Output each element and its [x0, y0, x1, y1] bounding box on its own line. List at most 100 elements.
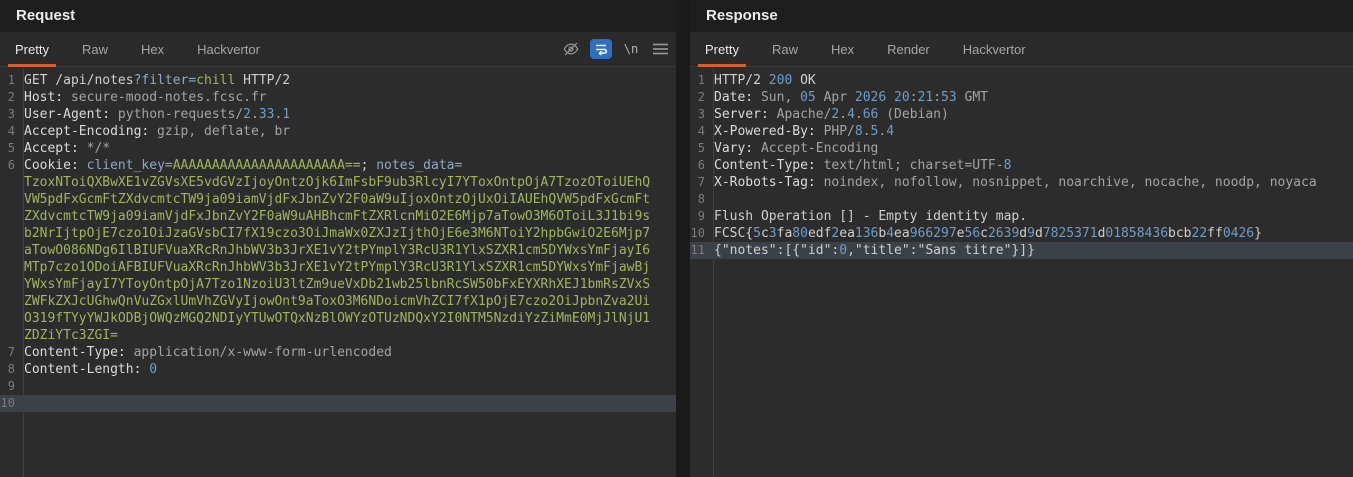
- line-number: 1: [0, 72, 19, 89]
- code-segment: Apr: [816, 90, 855, 105]
- code-segment: 966297: [910, 226, 957, 241]
- line-content: Vary: Accept-Encoding: [709, 140, 1353, 157]
- line-content: User-Agent: python-requests/2.33.1: [19, 106, 676, 123]
- code-segment: e: [957, 226, 965, 241]
- line-content: X-Powered-By: PHP/8.5.4: [709, 123, 1353, 140]
- code-segment: X-Powered-By:: [714, 124, 816, 139]
- request-panel: Request PrettyRawHexHackvertor: [0, 0, 676, 477]
- soft-wrap-toggle-button[interactable]: [590, 39, 612, 59]
- tab-raw[interactable]: Raw: [765, 32, 805, 66]
- code-segment: .: [839, 107, 847, 122]
- line-content: YWxsYmFjayI7YToyOntpOjA7Tzo1NzoiU3ltZm9u…: [19, 276, 676, 293]
- line-number: [0, 174, 19, 191]
- line-content: Host: secure-mood-notes.fcsc.fr: [19, 89, 676, 106]
- code-segment: 0426: [1223, 226, 1254, 241]
- code-segment: VW5pdFxGcmFtZXdvcmtcTW9ja09iamVjdFxJbnZv…: [24, 192, 650, 207]
- line-content: MTp7czo1ODoiAFBIUFVuaXRcRnJhbWV3b3JrXE1v…: [19, 259, 676, 276]
- code-segment: ea: [839, 226, 855, 241]
- code-segment: .: [251, 107, 259, 122]
- line-number: 9: [690, 208, 709, 225]
- editor-line: MTp7czo1ODoiAFBIUFVuaXRcRnJhbWV3b3JrXE1v…: [0, 259, 676, 276]
- line-content: [19, 378, 676, 395]
- line-number: 8: [0, 361, 19, 378]
- line-number: 7: [0, 344, 19, 361]
- line-number: 11: [690, 242, 709, 259]
- tab-pretty[interactable]: Pretty: [8, 32, 56, 66]
- line-number: 2: [0, 89, 19, 106]
- editor-line: 1HTTP/2 200 OK: [690, 72, 1353, 89]
- code-segment: bcb: [1168, 226, 1191, 241]
- line-number: 6: [0, 157, 19, 174]
- line-number: 10: [0, 395, 19, 412]
- line-number: 8: [690, 191, 709, 208]
- line-number: [0, 327, 19, 344]
- line-number: 7: [690, 174, 709, 191]
- code-segment: Content-Length:: [24, 362, 141, 377]
- code-segment: Accept-Encoding:: [24, 124, 149, 139]
- line-content: Cookie: client_key=AAAAAAAAAAAAAAAAAAAAA…: [19, 157, 676, 174]
- code-segment: YWxsYmFjayI7YToyOntpOjA7Tzo1NzoiU3ltZm9u…: [24, 277, 650, 292]
- request-tabbar: Pretty Raw Hex Hackvertor \n: [0, 32, 676, 67]
- line-content: O319fTYyYWJkODBjOWQzMGQ2NDIyYTUwOTQxNzBl…: [19, 310, 676, 327]
- code-segment: gzip, deflate, br: [149, 124, 290, 139]
- editor-line: ZXdvcmtcTW9ja09iamVjdFxJbnZvY2F0aW9uAHBh…: [0, 208, 676, 225]
- code-segment: 7825371: [1043, 226, 1098, 241]
- tab-hackvertor[interactable]: Hackvertor: [956, 32, 1033, 66]
- code-segment: 200: [769, 73, 792, 88]
- code-segment: PHP/: [816, 124, 855, 139]
- tab-hackvertor[interactable]: Hackvertor: [190, 32, 267, 66]
- line-content: X-Robots-Tag: noindex, nofollow, nosnipp…: [709, 174, 1353, 191]
- tab-hex[interactable]: Hex: [134, 32, 171, 66]
- line-number: 2: [690, 89, 709, 106]
- code-segment: ff: [1207, 226, 1223, 241]
- line-number: 9: [0, 378, 19, 395]
- line-number: 10: [690, 225, 709, 242]
- line-content: Date: Sun, 05 Apr 2026 20:21:53 GMT: [709, 89, 1353, 106]
- code-segment: 53: [941, 90, 957, 105]
- code-segment: python-requests/: [110, 107, 243, 122]
- code-segment: 20: [894, 90, 910, 105]
- request-editor[interactable]: 1GET /api/notes?filter=chill HTTP/22Host…: [0, 68, 676, 477]
- code-segment: :: [933, 90, 941, 105]
- tab-render[interactable]: Render: [880, 32, 937, 66]
- editor-line: 4X-Powered-By: PHP/8.5.4: [690, 123, 1353, 140]
- editor-line: 1GET /api/notes?filter=chill HTTP/2: [0, 72, 676, 89]
- line-number: [0, 293, 19, 310]
- code-segment: Accept:: [24, 141, 79, 156]
- code-segment: edf: [808, 226, 831, 241]
- line-content: aTowO086NDg6IlBIUFVuaXRcRnJhbWV3b3JrXE1v…: [19, 242, 676, 259]
- line-content: ZXdvcmtcTW9ja09iamVjdFxJbnZvY2F0aW9uAHBh…: [19, 208, 676, 225]
- code-segment: TzoxNToiQXBwXE1vZGVsXE5vdGVzIjoyOntzOjk6…: [24, 175, 650, 190]
- editor-line: 3User-Agent: python-requests/2.33.1: [0, 106, 676, 123]
- code-segment: Apache/: [769, 107, 832, 122]
- code-segment: text/html; charset=UTF-: [816, 158, 1004, 173]
- code-segment: (Debian): [878, 107, 948, 122]
- response-editor[interactable]: 1HTTP/2 200 OK2Date: Sun, 05 Apr 2026 20…: [690, 68, 1353, 477]
- tab-pretty[interactable]: Pretty: [698, 32, 746, 66]
- code-segment: 3: [769, 226, 777, 241]
- line-number: [0, 310, 19, 327]
- tab-raw[interactable]: Raw: [75, 32, 115, 66]
- editor-menu-icon[interactable]: [650, 39, 670, 59]
- show-newlines-toggle[interactable]: \n: [621, 39, 641, 59]
- code-segment: 05: [800, 90, 816, 105]
- code-segment: Date:: [714, 90, 753, 105]
- line-number: 4: [0, 123, 19, 140]
- code-segment: ;: [361, 158, 377, 173]
- code-segment: [79, 158, 87, 173]
- code-segment: 80: [792, 226, 808, 241]
- line-content: Accept-Encoding: gzip, deflate, br: [19, 123, 676, 140]
- code-segment: .: [855, 107, 863, 122]
- read-only-visibility-off-icon[interactable]: [561, 39, 581, 59]
- code-segment: Cookie:: [24, 158, 79, 173]
- line-content: b2NrIjtpOjE7czo1OiJzaGVsbCI7fX19czo3OiJm…: [19, 225, 676, 242]
- code-segment: 2026: [855, 90, 886, 105]
- line-content: TzoxNToiQXBwXE1vZGVsXE5vdGVzIjoyOntzOjk6…: [19, 174, 676, 191]
- code-segment: 2: [243, 107, 251, 122]
- editor-line: 6Content-Type: text/html; charset=UTF-8: [690, 157, 1353, 174]
- code-segment: */*: [79, 141, 110, 156]
- code-segment: Server:: [714, 107, 769, 122]
- tab-hex[interactable]: Hex: [824, 32, 861, 66]
- editor-line: 10: [0, 395, 676, 412]
- line-content: ZWFkZXJcUGhwQnVuZGxlUmVhZGVyIjowOnt9aTox…: [19, 293, 676, 310]
